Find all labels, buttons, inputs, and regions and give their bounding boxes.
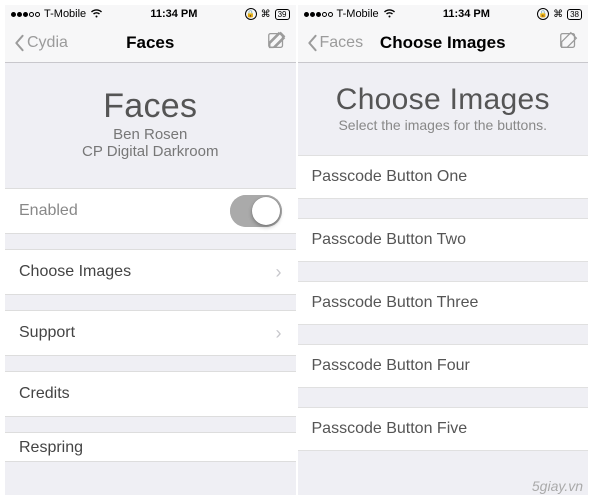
row-respring[interactable]: Respring [5,432,296,462]
orientation-lock-icon: 🔒 [537,8,549,20]
row-label: Passcode Button Three [312,294,479,312]
row-label: Support [19,324,75,342]
battery-badge: 39 [275,9,290,20]
row-label: Respring [19,439,83,457]
nav-bar: Faces Choose Images [298,23,589,63]
row-passcode-button-four[interactable]: Passcode Button Four [298,344,589,388]
row-enabled[interactable]: Enabled [5,188,296,234]
back-button[interactable]: Faces [306,34,364,52]
status-left: T-Mobile [304,8,396,21]
bluetooth-icon: ⌘ [553,9,563,20]
hero-header: Choose Images Select the images for the … [298,63,589,155]
enabled-toggle[interactable] [230,195,282,227]
status-bar: T-Mobile 11:34 PM 🔒 ⌘ 38 [298,5,589,23]
signal-icon [11,12,40,17]
status-time: 11:34 PM [150,8,197,20]
row-label: Choose Images [19,263,131,281]
status-left: T-Mobile [11,8,103,21]
nav-bar: Cydia Faces [5,23,296,63]
back-label: Faces [320,34,364,52]
chevron-right-icon: › [276,262,282,283]
row-choose-images[interactable]: Choose Images › [5,249,296,295]
group-gap [298,324,589,344]
bluetooth-icon: ⌘ [261,9,271,20]
status-bar: T-Mobile 11:34 PM 🔒 ⌘ 39 [5,5,296,23]
screenshot-pair: T-Mobile 11:34 PM 🔒 ⌘ 39 Cydia Faces [0,0,593,500]
group-gap [5,294,296,310]
battery-badge: 38 [567,9,582,20]
signal-icon [304,12,333,17]
row-label: Passcode Button One [312,168,468,186]
row-label: Passcode Button Two [312,231,466,249]
back-label: Cydia [27,34,68,52]
screen-faces: T-Mobile 11:34 PM 🔒 ⌘ 39 Cydia Faces [5,5,296,495]
row-credits[interactable]: Credits [5,371,296,417]
row-passcode-button-one[interactable]: Passcode Button One [298,155,589,199]
chevron-right-icon: › [276,323,282,344]
carrier-label: T-Mobile [44,8,86,20]
row-passcode-button-two[interactable]: Passcode Button Two [298,218,589,262]
compose-button[interactable] [266,29,288,56]
row-passcode-button-five[interactable]: Passcode Button Five [298,407,589,451]
hero-org: CP Digital Darkroom [15,143,286,160]
group-gap [5,233,296,249]
toggle-knob [252,197,280,225]
compose-button[interactable] [558,29,580,56]
row-enabled-label: Enabled [19,202,78,220]
screen-choose-images: T-Mobile 11:34 PM 🔒 ⌘ 38 Faces Choose Im… [298,5,589,495]
carrier-label: T-Mobile [337,8,379,20]
row-passcode-button-three[interactable]: Passcode Button Three [298,281,589,325]
compose-icon [558,29,580,51]
chevron-left-icon [13,34,25,52]
back-button[interactable]: Cydia [13,34,68,52]
hero-subtitle: Select the images for the buttons. [308,117,579,133]
hero-title: Choose Images [308,83,579,117]
group-gap [5,416,296,432]
row-label: Passcode Button Four [312,357,470,375]
chevron-left-icon [306,34,318,52]
row-label: Passcode Button Five [312,420,468,438]
group-gap [298,198,589,218]
row-label: Credits [19,385,70,403]
status-right: 🔒 ⌘ 39 [245,8,290,20]
group-gap [298,387,589,407]
orientation-lock-icon: 🔒 [245,8,257,20]
compose-icon [266,29,288,51]
status-right: 🔒 ⌘ 38 [537,8,582,20]
status-time: 11:34 PM [443,8,490,20]
row-support[interactable]: Support › [5,310,296,356]
hero-author: Ben Rosen [15,126,286,143]
hero-header: Faces Ben Rosen CP Digital Darkroom [5,63,296,188]
wifi-icon [90,8,103,21]
group-gap [298,261,589,281]
wifi-icon [383,8,396,21]
hero-title: Faces [15,87,286,126]
group-gap [5,355,296,371]
